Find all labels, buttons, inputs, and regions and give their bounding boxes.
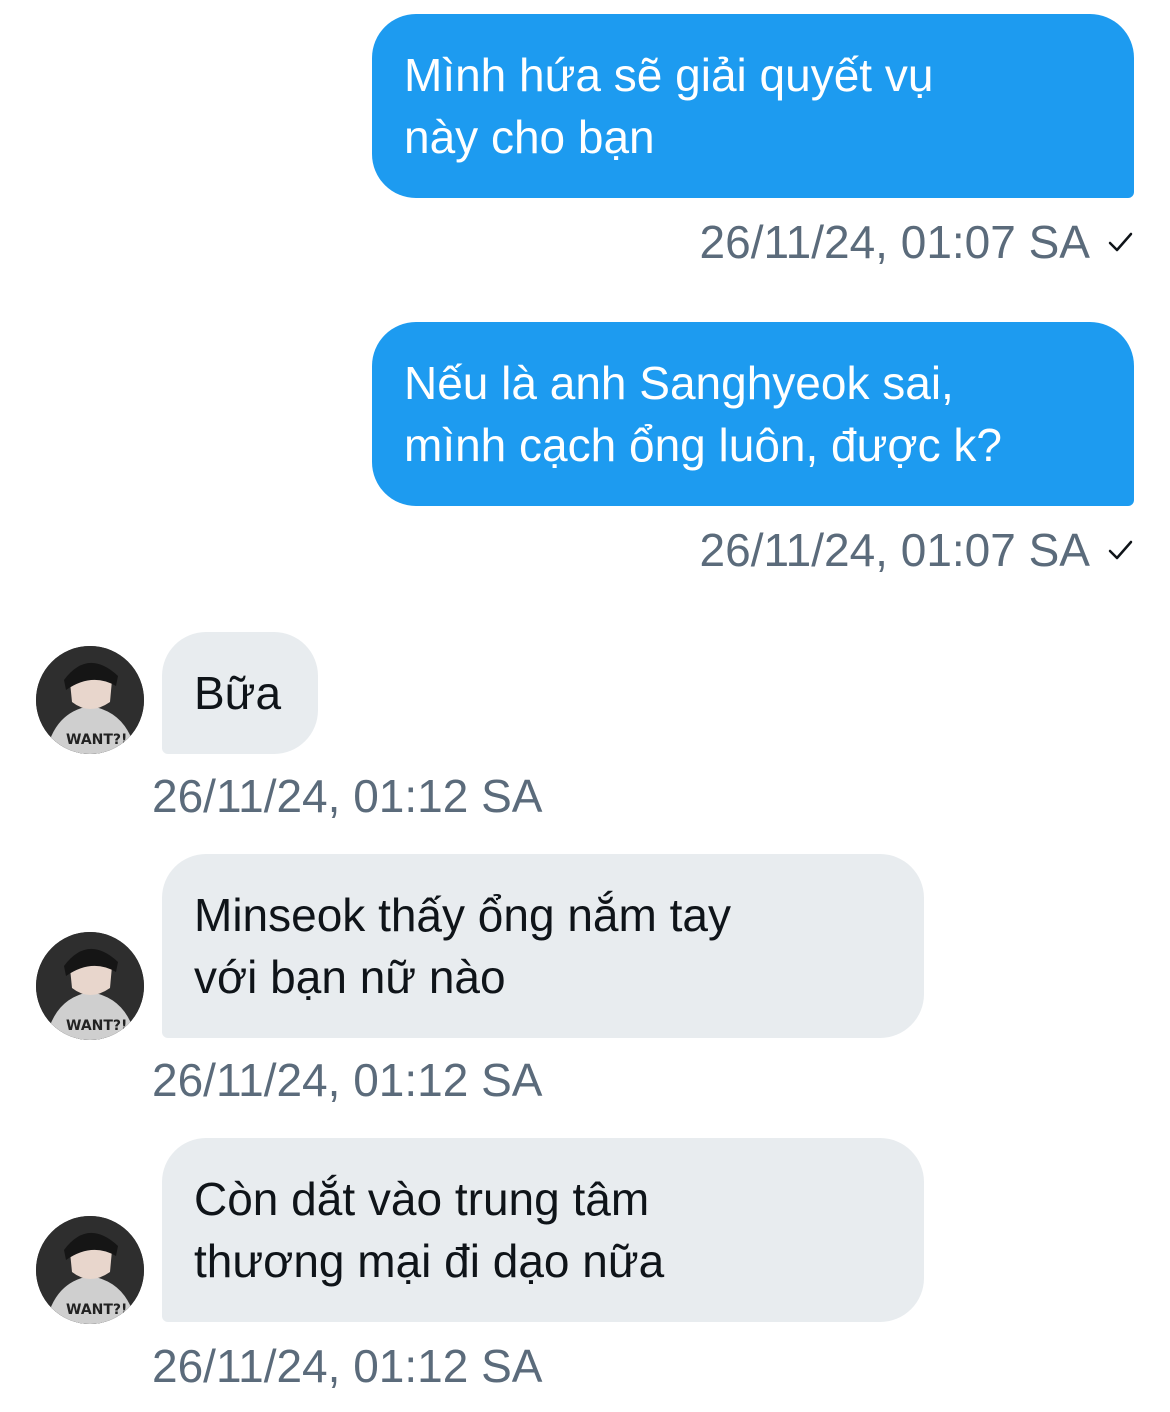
message-timestamp: 26/11/24, 01:07 SA <box>700 214 1134 270</box>
timestamp-text: 26/11/24, 01:07 SA <box>699 216 1090 268</box>
message-bubble-incoming[interactable]: Còn dắt vào trung tâm thương mại đi dạo … <box>162 1138 924 1322</box>
svg-text:WANT?!: WANT?! <box>66 1302 127 1318</box>
svg-text:WANT?!: WANT?! <box>66 1018 127 1034</box>
check-icon <box>1108 232 1133 252</box>
message-timestamp: 26/11/24, 01:12 SA <box>152 1052 542 1108</box>
timestamp-text: 26/11/24, 01:12 SA <box>152 1054 543 1106</box>
svg-text:WANT?!: WANT?! <box>66 732 127 748</box>
contact-avatar[interactable]: WANT?! <box>36 646 144 754</box>
avatar-image: WANT?! <box>36 646 144 754</box>
avatar-image: WANT?! <box>36 932 144 1040</box>
timestamp-text: 26/11/24, 01:07 SA <box>699 524 1090 576</box>
message-text: Bữa <box>194 667 282 719</box>
message-timestamp: 26/11/24, 01:07 SA <box>700 522 1134 578</box>
message-bubble-incoming[interactable]: Bữa <box>162 632 318 754</box>
message-text: Minseok thấy ổng nắm tay với bạn nữ nào <box>194 889 731 1003</box>
avatar-image: WANT?! <box>36 1216 144 1324</box>
message-bubble-outgoing[interactable]: Mình hứa sẽ giải quyết vụ này cho bạn <box>372 14 1134 198</box>
contact-avatar[interactable]: WANT?! <box>36 1216 144 1324</box>
timestamp-text: 26/11/24, 01:12 SA <box>152 770 543 822</box>
check-icon <box>1108 540 1133 560</box>
message-text: Còn dắt vào trung tâm thương mại đi dạo … <box>194 1173 665 1287</box>
message-timestamp: 26/11/24, 01:12 SA <box>152 1338 542 1394</box>
contact-avatar[interactable]: WANT?! <box>36 932 144 1040</box>
message-timestamp: 26/11/24, 01:12 SA <box>152 768 542 824</box>
message-bubble-outgoing[interactable]: Nếu là anh Sanghyeok sai, mình cạch ổng … <box>372 322 1134 506</box>
timestamp-text: 26/11/24, 01:12 SA <box>152 1340 543 1392</box>
message-text: Nếu là anh Sanghyeok sai, mình cạch ổng … <box>404 357 1002 471</box>
message-bubble-incoming[interactable]: Minseok thấy ổng nắm tay với bạn nữ nào <box>162 854 924 1038</box>
message-text: Mình hứa sẽ giải quyết vụ này cho bạn <box>404 49 934 163</box>
